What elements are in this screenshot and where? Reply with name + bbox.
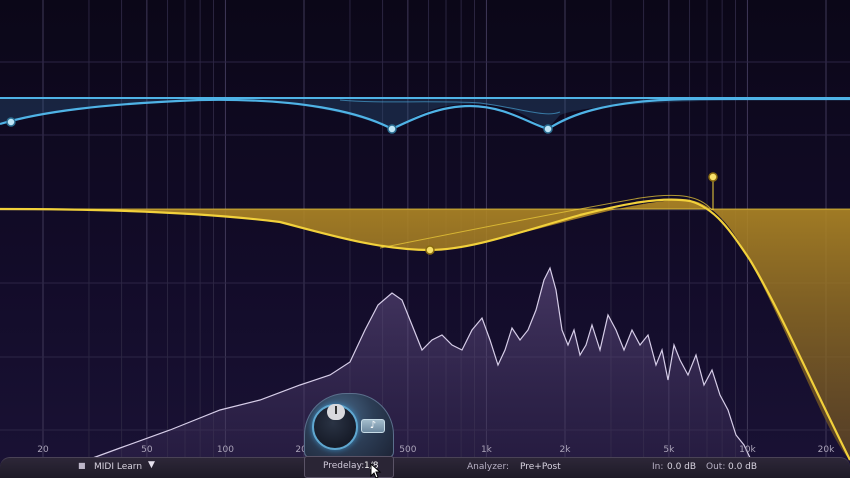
blue-band-3-handle[interactable] [543, 124, 553, 134]
analyzer-mode-select[interactable]: Pre+Post [520, 462, 561, 472]
note-icon: ♪ [369, 420, 377, 431]
freq-tick-label: 10k [739, 445, 756, 455]
yellow-band-2-handle[interactable] [708, 172, 718, 182]
freq-tick-label: 5k [663, 445, 675, 455]
freq-tick-label: 2k [560, 445, 572, 455]
input-level-value[interactable]: 0.0 dB [667, 462, 696, 472]
freq-tick-label: 20k [818, 445, 835, 455]
input-level-label: In: [652, 462, 664, 472]
knob-indicator-icon [335, 406, 337, 414]
freq-tick-label: 500 [399, 445, 416, 455]
output-level-label: Out: [706, 462, 726, 472]
freq-tick-label: 20 [37, 445, 49, 455]
reverb-eq-window: 20501002005001k2k5k10k20k ■ MIDI Learn ▼… [0, 0, 850, 478]
analyzer-label: Analyzer: [467, 462, 510, 472]
yellow-band-1-handle[interactable] [425, 245, 435, 255]
midi-dropdown-icon[interactable]: ▼ [148, 460, 155, 470]
freq-tick-label: 1k [481, 445, 493, 455]
blue-band-2-handle[interactable] [387, 124, 397, 134]
eq-display[interactable]: 20501002005001k2k5k10k20k [0, 0, 850, 478]
bottom-bar: ■ MIDI Learn ▼ Analyzer: Pre+Post In: 0.… [0, 457, 850, 478]
midi-learn-button[interactable]: MIDI Learn [94, 462, 142, 472]
blue-band-1-handle[interactable] [6, 117, 16, 127]
tempo-sync-button[interactable]: ♪ [361, 419, 385, 433]
freq-tick-label: 100 [217, 445, 234, 455]
predelay-label: Predelay: [323, 461, 365, 471]
midi-indicator-icon: ■ [78, 461, 86, 470]
output-level-value[interactable]: 0.0 dB [728, 462, 757, 472]
mouse-cursor-icon [370, 463, 382, 478]
freq-tick-label: 50 [141, 445, 153, 455]
